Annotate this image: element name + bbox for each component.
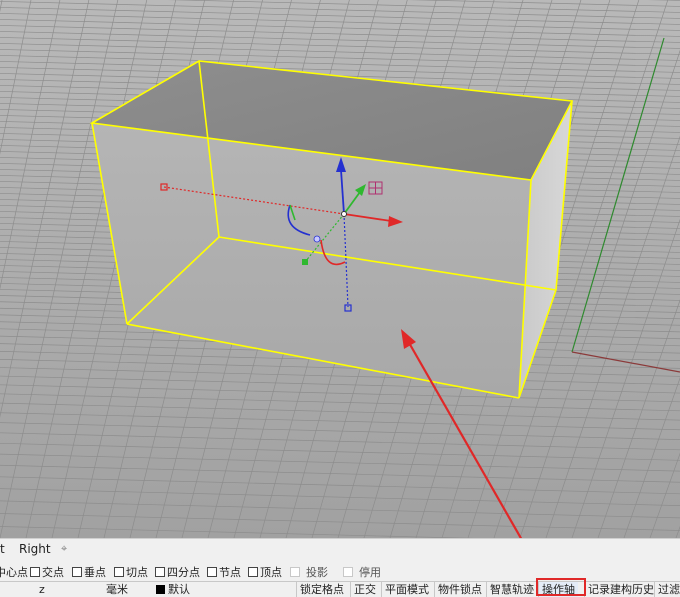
crosshair-plus-icon[interactable]: ⌖ [61, 542, 67, 556]
layer-color-swatch [156, 585, 165, 594]
viewport-tab-bar: t Right ⌖ [0, 538, 680, 561]
osnap-intersection[interactable]: 交点 [30, 564, 64, 580]
pane-ortho[interactable]: 正交 [350, 582, 379, 597]
osnap-perpendicular[interactable]: 垂点 [72, 564, 106, 580]
perspective-viewport[interactable] [0, 0, 680, 538]
pane-record-history[interactable]: 记录建构历史 [584, 582, 657, 597]
osnap-perpendicular-label: 垂点 [84, 566, 106, 579]
checkbox[interactable] [72, 567, 82, 577]
osnap-center-label: 中心点 [0, 566, 28, 579]
osnap-disable-label: 停用 [359, 566, 381, 579]
checkbox[interactable] [248, 567, 258, 577]
osnap-tangent-label: 切点 [126, 566, 148, 579]
osnap-vertex[interactable]: 顶点 [248, 564, 282, 580]
tab-partial[interactable]: t [0, 542, 5, 556]
osnap-intersection-label: 交点 [42, 566, 64, 579]
osnap-project[interactable]: 投影 [290, 564, 328, 580]
osnap-quadrant[interactable]: 四分点 [155, 564, 200, 580]
osnap-project-label: 投影 [306, 566, 328, 579]
osnap-center[interactable]: 中心点 [0, 564, 28, 580]
checkbox[interactable] [343, 567, 353, 577]
osnap-quadrant-label: 四分点 [167, 566, 200, 579]
checkbox[interactable] [207, 567, 217, 577]
osnap-knot[interactable]: 节点 [207, 564, 241, 580]
checkbox[interactable] [30, 567, 40, 577]
osnap-tangent[interactable]: 切点 [114, 564, 148, 580]
pane-filter[interactable]: 过滤 [654, 582, 680, 597]
coordinate-z-label: z [39, 583, 45, 596]
checkbox[interactable] [290, 567, 300, 577]
pane-smarttrack[interactable]: 智慧轨迹 [486, 582, 537, 597]
checkbox[interactable] [155, 567, 165, 577]
viewport-canvas[interactable] [0, 0, 680, 538]
osnap-vertex-label: 顶点 [260, 566, 282, 579]
pane-gumball[interactable]: 操作轴 [538, 582, 578, 597]
gumball-y-scale-handle[interactable] [302, 259, 308, 265]
checkbox[interactable] [114, 567, 124, 577]
tab-right[interactable]: Right [19, 542, 51, 556]
osnap-disable[interactable]: 停用 [343, 564, 381, 580]
gumball-origin[interactable] [341, 211, 347, 217]
pane-planar[interactable]: 平面模式 [381, 582, 432, 597]
pane-grid-snap[interactable]: 锁定格点 [296, 582, 347, 597]
layer-name: 默认 [168, 583, 190, 596]
osnap-bar: 中心点 交点 垂点 切点 四分点 节点 顶点 投影 停用 [0, 560, 680, 581]
units-display[interactable]: 毫米 [106, 583, 128, 597]
status-bar: z 毫米 默认 锁定格点 正交 平面模式 物件锁点 智慧轨迹 操作轴 记录建构历… [0, 581, 680, 597]
osnap-knot-label: 节点 [219, 566, 241, 579]
pane-osnap[interactable]: 物件锁点 [434, 582, 485, 597]
current-layer[interactable]: 默认 [156, 583, 190, 597]
gumball-rotate-handle[interactable] [313, 235, 321, 243]
